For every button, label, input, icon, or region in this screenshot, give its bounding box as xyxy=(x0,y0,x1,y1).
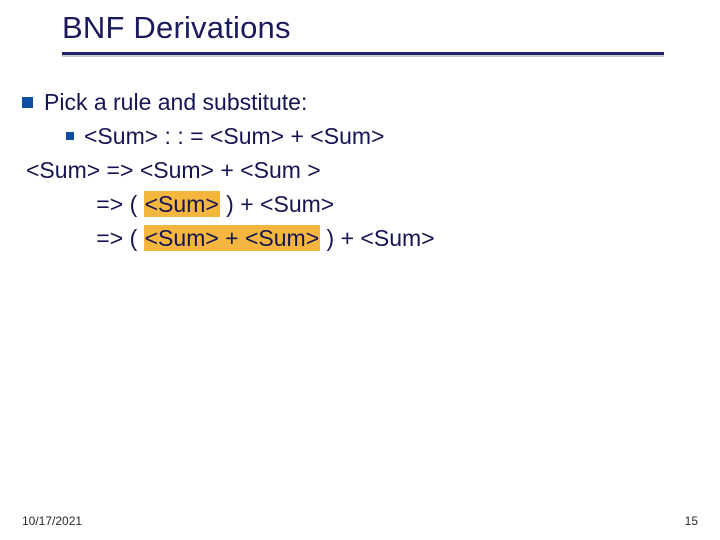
derivation-block: <Sum> => <Sum> + <Sum > => ( <Sum> ) + <… xyxy=(22,153,700,255)
bullet-level1-text: Pick a rule and substitute: xyxy=(44,85,307,119)
deriv-right: <Sum> + <Sum > xyxy=(140,157,321,183)
footer-date: 10/17/2021 xyxy=(22,514,82,528)
grammar-rule-text: <Sum> : : = <Sum> + <Sum> xyxy=(84,119,384,153)
deriv-left: <Sum> xyxy=(26,157,107,183)
arrow-text: => xyxy=(107,157,140,183)
arrow-text: => xyxy=(96,191,129,217)
deriv-text: ( xyxy=(130,225,144,251)
slide: BNF Derivations Pick a rule and substitu… xyxy=(0,0,720,540)
footer-page-number: 15 xyxy=(685,514,698,528)
derivation-line-2: => ( <Sum> ) + <Sum> xyxy=(26,187,700,221)
slide-body: Pick a rule and substitute: <Sum> : : = … xyxy=(0,57,720,255)
arrow-text: => xyxy=(96,225,129,251)
highlighted-nonterminal: <Sum> + <Sum> xyxy=(144,225,321,251)
deriv-text: ) + <Sum> xyxy=(320,225,434,251)
indent xyxy=(26,191,96,217)
slide-title: BNF Derivations xyxy=(62,10,720,46)
derivation-line-1: <Sum> => <Sum> + <Sum > xyxy=(26,153,700,187)
derivation-line-3: => ( <Sum> + <Sum> ) + <Sum> xyxy=(26,221,700,255)
indent xyxy=(26,225,96,251)
deriv-text: ) + <Sum> xyxy=(220,191,334,217)
highlighted-nonterminal: <Sum> xyxy=(144,191,220,217)
deriv-text: ( xyxy=(130,191,144,217)
bullet-level2-row: <Sum> : : = <Sum> + <Sum> xyxy=(22,119,700,153)
title-block: BNF Derivations xyxy=(0,0,720,57)
bullet-level1-row: Pick a rule and substitute: xyxy=(22,85,700,119)
square-bullet-icon xyxy=(66,132,74,140)
square-bullet-icon xyxy=(22,97,33,108)
